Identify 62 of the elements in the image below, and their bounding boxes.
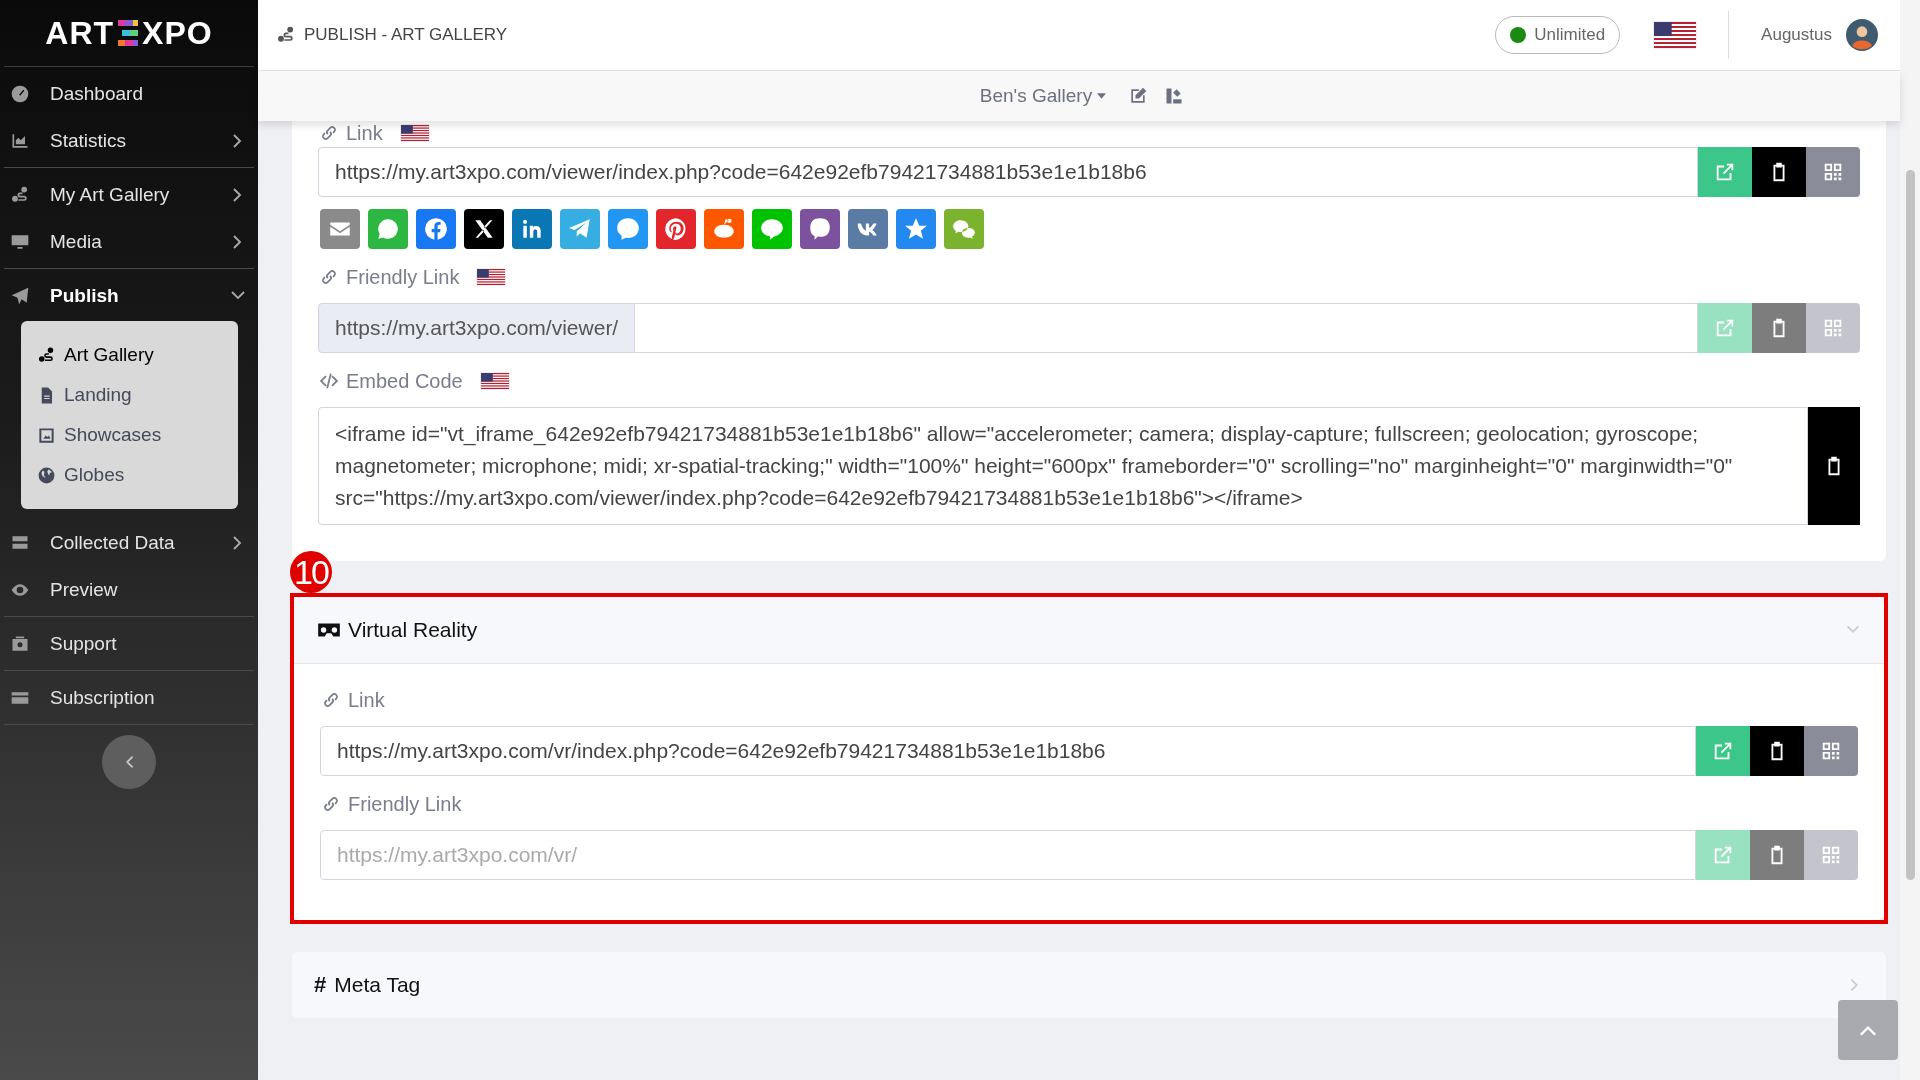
section-header[interactable]: # Meta Tag <box>292 952 1886 1018</box>
nav-item[interactable]: Preview <box>4 566 254 613</box>
copy-button[interactable] <box>1752 147 1806 197</box>
qr-code-icon <box>1820 740 1842 762</box>
us-flag-icon[interactable] <box>1654 22 1697 48</box>
collapse-sidebar-button[interactable] <box>102 735 156 789</box>
caret-icon <box>1097 93 1107 99</box>
logo-text: ART <box>45 14 115 52</box>
frame-icon <box>37 425 56 445</box>
submenu-item[interactable]: Showcases <box>21 415 238 455</box>
nav-item[interactable]: Support <box>4 620 254 667</box>
url-prefix: https://my.art3xpo.com/viewer/ <box>318 303 636 353</box>
page-title: PUBLISH - ART GALLERY <box>304 25 508 45</box>
field-label: Friendly Link <box>346 265 460 289</box>
chat-bubble-icon <box>615 216 641 242</box>
palette-icon[interactable] <box>1164 86 1185 106</box>
section-header[interactable]: Virtual Reality <box>294 597 1884 664</box>
field-label: Link <box>346 121 383 145</box>
edit-icon[interactable] <box>1128 86 1149 106</box>
hash-icon: # <box>314 972 327 998</box>
copy-button[interactable] <box>1750 726 1804 776</box>
url-field[interactable]: https://my.art3xpo.com/vr/index.php?code=642e92efb79421734881b53e1e1b18b6 <box>320 726 1696 776</box>
chat-bubble-icon <box>807 216 833 242</box>
gallery-dropdown[interactable]: Ben's Gallery <box>973 84 1113 108</box>
nav-item[interactable]: Statistics <box>4 117 254 164</box>
nav-item[interactable]: Media <box>4 218 254 265</box>
route-icon <box>37 345 56 365</box>
url-field[interactable]: https://my.art3xpo.com/vr/ <box>320 830 1696 880</box>
route-icon <box>276 25 296 45</box>
submenu-item[interactable]: Art Gallery <box>21 335 238 375</box>
qr-code-icon <box>1820 844 1842 866</box>
external-link-icon <box>1714 317 1736 339</box>
external-link-icon <box>1712 844 1734 866</box>
dashboard-icon <box>10 83 30 104</box>
globe-icon <box>37 465 56 485</box>
embed-code-field[interactable]: <iframe id="vt_iframe_642e92efb79421734881b53e1e1b18b6" allow="accelerometer; camera; display-capture; fullscreen; geolocation; gyroscope; magnetometer; microphone; midi; xr-spatial-tracking;" width="100%" height="600px" frameborder="0" scrolling="no" marginheight="0" marginwidth="0" src="https://my.art3xpo.com/viewer/index.php?code=642e92efb79421734881b53e1e1b18b6"></iframe> <box>318 407 1808 525</box>
route-icon <box>10 184 30 205</box>
step-badge: 10 <box>290 551 332 593</box>
url-field[interactable] <box>635 303 1698 353</box>
nav-item[interactable]: Publish <box>4 272 254 319</box>
avatar-icon[interactable] <box>1846 19 1878 51</box>
chat-bubble-icon <box>375 216 401 242</box>
logo-mark-icon <box>116 18 141 48</box>
submenu-item[interactable]: Globes <box>21 455 238 495</box>
external-link-icon <box>1714 161 1736 183</box>
qr-code-icon <box>1822 161 1844 183</box>
logo-text: XPO <box>142 14 213 52</box>
url-field[interactable]: https://my.art3xpo.com/viewer/index.php?code=642e92efb79421734881b53e1e1b18b6 <box>318 147 1698 197</box>
field-label: Embed Code <box>346 369 463 393</box>
nav-item[interactable]: Subscription <box>4 674 254 721</box>
chat-bubble-icon <box>759 216 785 242</box>
nav-item[interactable]: Dashboard <box>4 70 254 117</box>
nav-item[interactable]: Collected Data <box>4 519 254 566</box>
share-button[interactable] <box>464 209 504 249</box>
user-name[interactable]: Augustus <box>1761 25 1832 45</box>
field-label: Friendly Link <box>348 792 462 816</box>
field-label: Link <box>348 688 385 712</box>
submenu-item[interactable]: Landing <box>21 375 238 415</box>
nav-item[interactable]: My Art Gallery <box>4 171 254 218</box>
external-link-icon <box>1712 740 1734 762</box>
plane-icon <box>10 285 30 306</box>
qr-code-icon <box>1822 317 1844 339</box>
